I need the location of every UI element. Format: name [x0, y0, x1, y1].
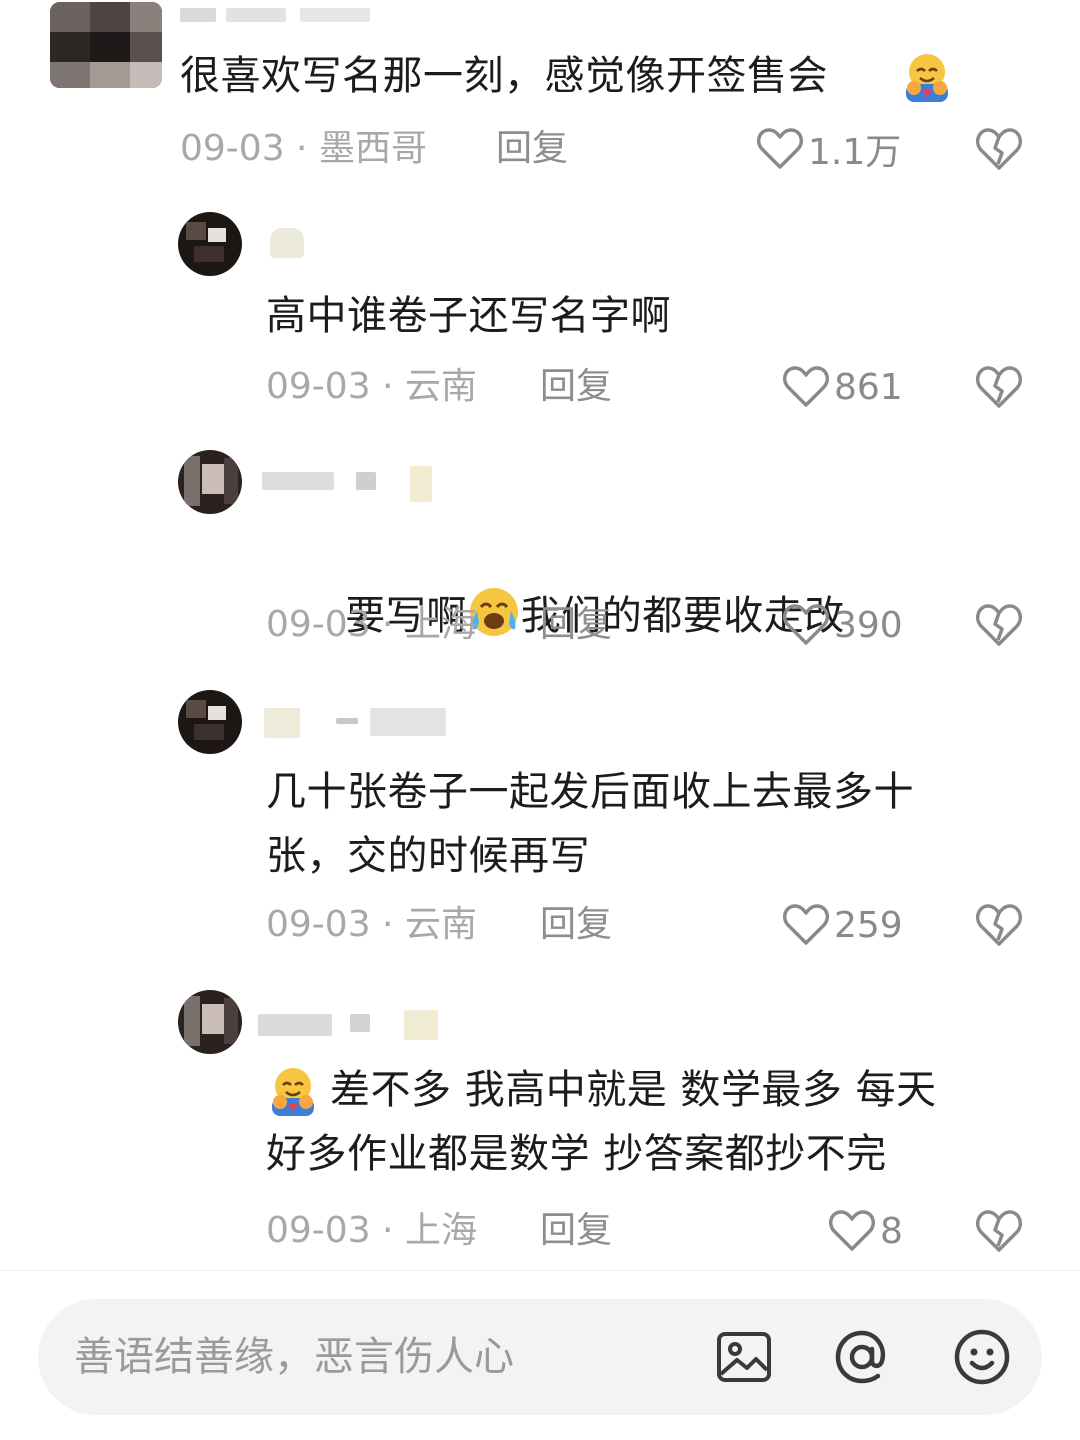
- comment-text: 很喜欢写名那一刻，感觉像开签售会: [180, 53, 828, 99]
- comment-text: 差不多 我高中就是 数学最多 每天 好多作业都是数学 抄答案都抄不完: [266, 1067, 937, 1177]
- like-button[interactable]: 8: [828, 1206, 903, 1256]
- avatar[interactable]: [50, 2, 162, 88]
- reply-button[interactable]: 回复: [540, 600, 612, 650]
- username-blurred[interactable]: [262, 704, 452, 738]
- like-count: 861: [834, 366, 903, 408]
- comment-meta: 09-03 · 上海: [266, 604, 477, 645]
- like-button[interactable]: 861: [782, 362, 903, 412]
- username-blurred[interactable]: [180, 0, 380, 30]
- reply-button[interactable]: 回复: [496, 124, 568, 174]
- reply-button[interactable]: 回复: [540, 900, 612, 950]
- username-blurred[interactable]: [266, 224, 316, 258]
- avatar[interactable]: [178, 990, 242, 1054]
- like-button[interactable]: 390: [782, 600, 903, 650]
- like-count: 8: [880, 1210, 903, 1252]
- heart-outline-icon: [783, 604, 829, 645]
- comment-meta: 09-03 · 墨西哥: [180, 128, 427, 169]
- at-icon[interactable]: [832, 1327, 892, 1387]
- comment-text: 几十张卷子一起发后面收上去最多十 张，交的时候再写: [266, 769, 914, 879]
- comment-meta: 09-03 · 上海: [266, 1210, 477, 1251]
- heart-outline-icon: [757, 128, 803, 169]
- like-count: 259: [834, 904, 903, 946]
- broken-heart-icon[interactable]: [974, 362, 1024, 412]
- broken-heart-icon[interactable]: [974, 1206, 1024, 1256]
- reply-button[interactable]: 回复: [540, 1206, 612, 1256]
- avatar[interactable]: [178, 690, 242, 754]
- broken-heart-icon[interactable]: [974, 600, 1024, 650]
- comment-meta: 09-03 · 云南: [266, 904, 477, 945]
- image-icon[interactable]: [714, 1327, 774, 1387]
- comment-input[interactable]: 善语结善缘，恶言伤人心: [38, 1299, 1042, 1415]
- heart-outline-icon: [829, 1210, 875, 1251]
- heart-outline-icon: [783, 366, 829, 407]
- comment-meta: 09-03 · 云南: [266, 366, 477, 407]
- comment-thread-page: 很喜欢写名那一刻，感觉像开签售会 09-03 · 墨西哥 回复 1.1万 高中谁…: [0, 0, 1080, 1440]
- heart-outline-icon: [783, 904, 829, 945]
- broken-heart-icon[interactable]: [974, 124, 1024, 174]
- reply-button[interactable]: 回复: [540, 362, 612, 412]
- comment-input-bar: 善语结善缘，恶言伤人心: [0, 1270, 1080, 1440]
- input-placeholder: 善语结善缘，恶言伤人心: [74, 1334, 514, 1380]
- like-button[interactable]: 259: [782, 900, 903, 950]
- like-count: 1.1万: [808, 132, 902, 173]
- avatar[interactable]: [178, 450, 242, 514]
- username-blurred[interactable]: [258, 1006, 448, 1040]
- smiley-icon[interactable]: [952, 1327, 1012, 1387]
- like-button[interactable]: 1.1万: [756, 124, 901, 174]
- username-blurred[interactable]: [262, 464, 442, 502]
- emoji-hug-icon: [900, 50, 954, 104]
- like-count: 390: [834, 604, 903, 646]
- broken-heart-icon[interactable]: [974, 900, 1024, 950]
- avatar[interactable]: [178, 212, 242, 276]
- comment-text: 高中谁卷子还写名字啊: [266, 293, 671, 339]
